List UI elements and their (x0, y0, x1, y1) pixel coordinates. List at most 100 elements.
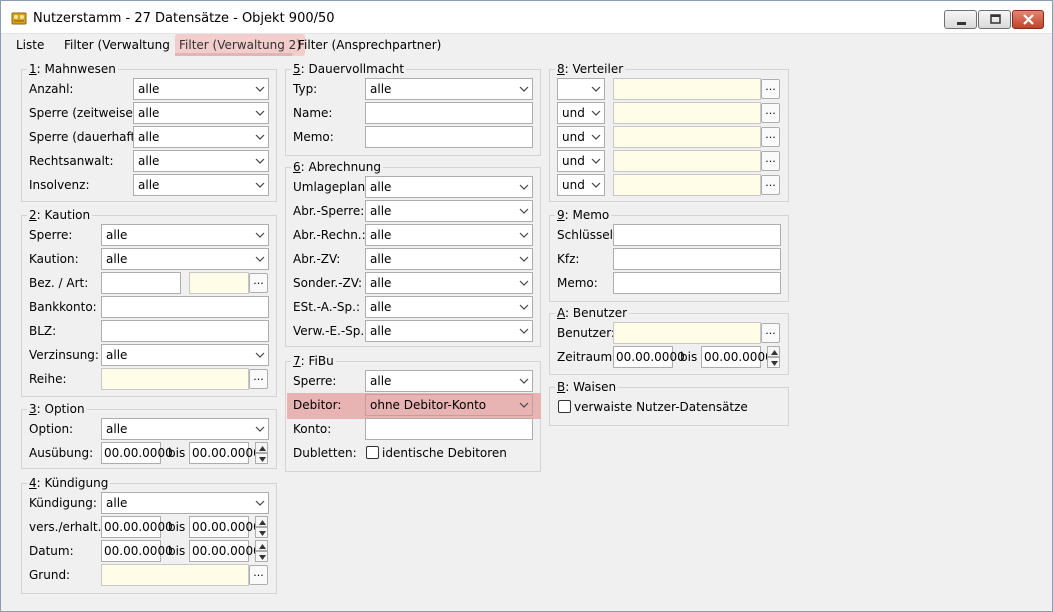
verteiler-browse-button-5[interactable]: ... (761, 175, 780, 195)
verwaiste-nutzer-label[interactable]: verwaiste Nutzer-Datensätze (574, 400, 748, 414)
chevron-down-icon (255, 426, 265, 432)
verteiler-browse-button-1[interactable]: ... (761, 79, 780, 99)
label-bis: bis (168, 544, 186, 558)
identische-debitoren-label[interactable]: identische Debitoren (382, 446, 507, 460)
benutzer-browse-button[interactable]: ... (761, 323, 780, 343)
kaution-select[interactable]: alle (101, 248, 269, 270)
verteiler-browse-button-2[interactable]: ... (761, 103, 780, 123)
bez-input[interactable] (101, 272, 181, 294)
close-button[interactable] (1012, 10, 1044, 29)
chevron-down-icon (591, 158, 601, 164)
abr-rechn-select[interactable]: alle (365, 224, 533, 246)
art-browse-button[interactable]: ... (249, 273, 268, 293)
verteiler-input-3[interactable] (613, 126, 761, 148)
ausuebung-to-input[interactable]: 00.00.0000 (189, 442, 261, 464)
kuendigung-select[interactable]: alle (101, 492, 269, 514)
abr-zv-select[interactable]: alle (365, 248, 533, 270)
spin-down-icon (259, 555, 266, 560)
kaution-sperre-select[interactable]: alle (101, 224, 269, 246)
label-umlageplan: Umlageplan: (293, 180, 370, 194)
close-icon (1023, 14, 1034, 25)
label-reihe: Reihe: (29, 372, 67, 386)
verteiler-op-select-5[interactable]: und (557, 174, 605, 196)
contacts-app-icon (11, 12, 27, 25)
datum-spinner[interactable] (255, 540, 268, 562)
identische-debitoren-checkbox[interactable] (366, 446, 379, 459)
spin-down-icon (259, 531, 266, 536)
group-title: 9: Memo (555, 208, 612, 222)
verteiler-input-1[interactable] (613, 78, 761, 100)
label-abr-rechn: Abr.-Rechn.: (293, 228, 366, 242)
anzahl-select[interactable]: alle (133, 78, 269, 100)
vers-erhalt-spinner[interactable] (255, 516, 268, 538)
grund-browse-button[interactable]: ... (249, 565, 268, 585)
rechtsanwalt-select[interactable]: alle (133, 150, 269, 172)
tab-liste[interactable]: Liste (12, 34, 48, 56)
verteiler-op-select-4[interactable]: und (557, 150, 605, 172)
reihe-browse-button[interactable]: ... (249, 369, 268, 389)
zeitraum-spinner[interactable] (767, 346, 780, 368)
chevron-down-icon (591, 134, 601, 140)
label-bis: bis (168, 520, 186, 534)
verteiler-input-5[interactable] (613, 174, 761, 196)
vers-erhalt-to-input[interactable]: 00.00.0000 (189, 516, 261, 538)
minimize-button[interactable] (944, 10, 977, 29)
label-bis: bis (680, 350, 698, 364)
art-input[interactable] (189, 272, 249, 294)
grund-input[interactable] (101, 564, 249, 586)
kfz-input[interactable] (613, 248, 781, 270)
verteiler-input-4[interactable] (613, 150, 761, 172)
spin-down-icon (771, 361, 778, 366)
verteiler-browse-button-4[interactable]: ... (761, 151, 780, 171)
datum-to-input[interactable]: 00.00.0000 (189, 540, 261, 562)
label-abr-sperre: Abr.-Sperre: (293, 204, 365, 218)
zeitraum-from-input[interactable]: 00.00.0000 (613, 346, 685, 368)
verw-e-sp-select[interactable]: alle (365, 320, 533, 342)
vers-erhalt-from-input[interactable]: 00.00.0000 (101, 516, 173, 538)
tab-filter-verwaltung-1[interactable]: Filter (Verwaltung 1) (60, 34, 190, 56)
debitor-select[interactable]: ohne Debitor-Konto (365, 394, 533, 416)
est-a-sp-select[interactable]: alle (365, 296, 533, 318)
chevron-down-icon (519, 280, 529, 286)
verteiler-op-select-1[interactable] (557, 78, 605, 100)
option-select[interactable]: alle (101, 418, 269, 440)
verteiler-browse-button-3[interactable]: ... (761, 127, 780, 147)
tab-filter-ansprechpartner[interactable]: Filter (Ansprechpartner) (294, 34, 445, 56)
sperre-zeitweise-select[interactable]: alle (133, 102, 269, 124)
sonder-zv-select[interactable]: alle (365, 272, 533, 294)
insolvenz-select[interactable]: alle (133, 174, 269, 196)
verteiler-op-select-2[interactable]: und (557, 102, 605, 124)
label-memo: Memo: (293, 130, 334, 144)
dauervollmacht-memo-input[interactable] (365, 126, 533, 148)
active-tab-indicator (175, 53, 292, 56)
reihe-input[interactable] (101, 368, 249, 390)
title-bar[interactable]: Nutzerstamm - 27 Datensätze - Objekt 900… (1, 1, 1052, 34)
chevron-down-icon (255, 86, 265, 92)
sperre-dauerhaft-select[interactable]: alle (133, 126, 269, 148)
abr-sperre-select[interactable]: alle (365, 200, 533, 222)
verwaiste-nutzer-checkbox[interactable] (558, 400, 571, 413)
fibu-sperre-select[interactable]: alle (365, 370, 533, 392)
tab-bar: Liste Filter (Verwaltung 1) Filter (Verw… (1, 34, 1052, 56)
schluessel-input[interactable] (613, 224, 781, 246)
verteiler-op-select-3[interactable]: und (557, 126, 605, 148)
label-memo: Memo: (557, 276, 598, 290)
name-input[interactable] (365, 102, 533, 124)
zeitraum-to-input[interactable]: 00.00.0000 (701, 346, 773, 368)
typ-select[interactable]: alle (365, 78, 533, 100)
chevron-down-icon (519, 184, 529, 190)
ausuebung-from-input[interactable]: 00.00.0000 (101, 442, 173, 464)
verteiler-input-2[interactable] (613, 102, 761, 124)
label-datum: Datum: (29, 544, 74, 558)
ausuebung-spinner[interactable] (255, 442, 268, 464)
label-ausuebung: Ausübung: (29, 446, 94, 460)
memo-input[interactable] (613, 272, 781, 294)
benutzer-input[interactable] (613, 322, 761, 344)
verzinsung-select[interactable]: alle (101, 344, 269, 366)
datum-from-input[interactable]: 00.00.0000 (101, 540, 173, 562)
konto-input[interactable] (365, 418, 533, 440)
maximize-button[interactable] (978, 10, 1011, 29)
blz-input[interactable] (101, 320, 269, 342)
umlageplan-select[interactable]: alle (365, 176, 533, 198)
bankkonto-input[interactable] (101, 296, 269, 318)
